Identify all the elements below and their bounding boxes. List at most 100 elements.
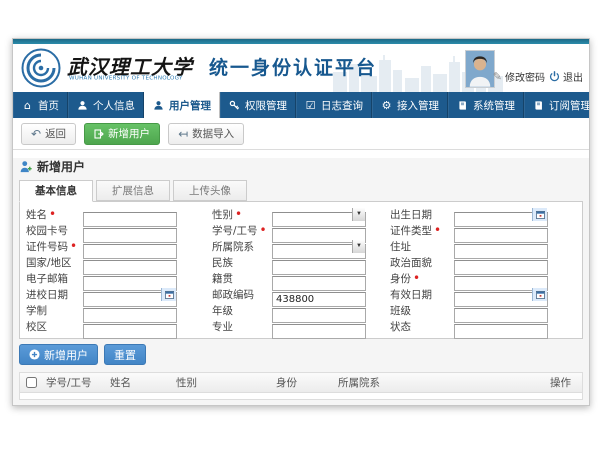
form-tabs: 基本信息 扩展信息 上传头像	[19, 180, 585, 201]
power-icon	[549, 71, 560, 82]
nav-tab-label: 权限管理	[245, 98, 287, 113]
form-field-enrollment-date: 进校日期	[26, 286, 212, 302]
nav-tab-access[interactable]: ⚙ 接入管理	[372, 92, 448, 118]
app-header: 武汉理工大学 WUHAN UNIVERSITY OF TECHNOLOGY 统一…	[13, 44, 589, 92]
status-input[interactable]	[454, 324, 548, 339]
valid-date-calendar-button[interactable]	[532, 288, 547, 301]
content-area: 新增用户 基本信息 扩展信息 上传头像 姓名•性别•▼出生日期校园卡号学号/工号…	[13, 158, 589, 406]
form-actions: 新增用户 重置	[19, 344, 583, 365]
student-no-label: 学号/工号•	[212, 223, 272, 238]
ethnicity-label: 民族	[212, 255, 272, 270]
schooling-length-label: 学制	[26, 303, 83, 318]
users-table-header: 学号/工号姓名性别身份所属院系操作	[20, 373, 582, 393]
campus-input[interactable]	[83, 324, 177, 339]
column-header-identity: 身份	[272, 375, 334, 390]
add-user-icon	[19, 160, 32, 173]
pencil-icon: ✎	[493, 70, 502, 83]
form-field-campus: 校区	[26, 318, 212, 334]
nav-tab-label: 订阅管理	[549, 98, 590, 113]
logout-label: 退出	[563, 69, 583, 84]
form-field-email: 电子邮箱	[26, 270, 212, 286]
reset-button-label: 重置	[114, 347, 136, 363]
app-window: 武汉理工大学 WUHAN UNIVERSITY OF TECHNOLOGY 统一…	[12, 38, 590, 406]
form-field-id-number: 证件号码•	[26, 238, 212, 254]
submit-new-user-button[interactable]: 新增用户	[19, 344, 98, 365]
email-label: 电子邮箱	[26, 271, 83, 286]
gender-label: 性别•	[212, 207, 272, 222]
section-title: 新增用户	[37, 158, 85, 175]
form-field-campus-card-no: 校园卡号	[26, 222, 212, 238]
change-password-link[interactable]: ✎ 修改密码	[493, 69, 545, 84]
select-all-checkbox[interactable]	[26, 377, 37, 388]
address-label: 住址	[390, 239, 454, 254]
book-icon	[456, 99, 469, 112]
major-label: 专业	[212, 319, 272, 334]
reset-button[interactable]: 重置	[104, 344, 146, 365]
new-user-toolbar-button[interactable]: 新增用户	[84, 123, 160, 145]
select-all-cell	[20, 377, 42, 388]
university-logo	[21, 48, 61, 88]
id-type-label: 证件类型•	[390, 223, 454, 238]
nav-tab-profile[interactable]: 个人信息	[68, 92, 144, 118]
gender-dropdown-button[interactable]: ▼	[352, 208, 365, 221]
department-dropdown-button[interactable]: ▼	[352, 240, 365, 253]
form-field-birth-date: 出生日期	[390, 206, 576, 222]
form-field-identity: 身份•	[390, 270, 576, 286]
nav-tab-label: 接入管理	[397, 98, 439, 113]
submit-button-label: 新增用户	[44, 347, 88, 363]
change-password-label: 修改密码	[505, 69, 545, 84]
form-field-grade: 年级	[212, 302, 390, 318]
required-marker: •	[49, 208, 56, 220]
nav-tab-users[interactable]: 用户管理	[144, 92, 220, 118]
nav-tab-label: 日志查询	[321, 98, 363, 113]
user-avatar[interactable]	[465, 50, 495, 88]
major-input[interactable]	[272, 324, 366, 339]
form-field-status: 状态	[390, 318, 576, 334]
nav-tab-system[interactable]: 系统管理	[448, 92, 524, 118]
back-button[interactable]: ↶ 返回	[21, 123, 76, 145]
enrollment-date-calendar-button[interactable]	[161, 288, 176, 301]
user-icon	[76, 99, 89, 112]
nav-tab-logs[interactable]: ☑日志查询	[296, 92, 372, 118]
avatar-photo	[466, 51, 494, 87]
required-marker: •	[260, 224, 267, 236]
form-field-major: 专业	[212, 318, 390, 334]
valid-date-label: 有效日期	[390, 287, 454, 302]
form-field-postal-code: 邮政编码	[212, 286, 390, 302]
birth-date-calendar-button[interactable]	[532, 208, 547, 221]
data-import-label: 数据导入	[192, 126, 234, 141]
form-field-name: 姓名•	[26, 206, 212, 222]
users-table: 学号/工号姓名性别身份所属院系操作	[19, 372, 583, 400]
form-field-student-no: 学号/工号•	[212, 222, 390, 238]
home-icon: ⌂	[21, 99, 34, 112]
back-arrow-icon: ↶	[31, 128, 41, 140]
country-region-label: 国家/地区	[26, 255, 83, 270]
section-header: 新增用户	[19, 158, 583, 174]
native-place-label: 籍贯	[212, 271, 272, 286]
nav-tab-label: 个人信息	[93, 98, 135, 113]
data-import-button[interactable]: ↤ 数据导入	[168, 123, 244, 145]
nav-tab-label: 系统管理	[473, 98, 515, 113]
plus-circle-icon	[29, 349, 40, 360]
tab-upload-photo[interactable]: 上传头像	[173, 180, 247, 201]
new-user-icon	[94, 129, 104, 139]
gear-icon: ⚙	[380, 99, 393, 112]
column-header-actions: 操作	[546, 375, 582, 390]
postal-code-label: 邮政编码	[212, 287, 272, 302]
back-button-label: 返回	[45, 126, 66, 141]
nav-tab-home[interactable]: ⌂首页	[13, 92, 68, 118]
import-arrow-icon: ↤	[178, 128, 188, 140]
nav-tab-permissions[interactable]: 权限管理	[220, 92, 296, 118]
nav-tab-subscription[interactable]: 订阅管理	[524, 92, 590, 118]
logout-link[interactable]: 退出	[549, 69, 583, 84]
birth-date-label: 出生日期	[390, 207, 454, 222]
form-field-gender: 性别• ▼	[212, 206, 390, 222]
book-icon	[532, 99, 545, 112]
identity-label: 身份•	[390, 271, 454, 286]
political-status-label: 政治面貌	[390, 255, 454, 270]
tab-extended-info[interactable]: 扩展信息	[96, 180, 170, 201]
status-label: 状态	[390, 319, 454, 334]
university-name-en: WUHAN UNIVERSITY OF TECHNOLOGY	[69, 75, 183, 81]
user-icon	[152, 99, 165, 112]
tab-basic-info[interactable]: 基本信息	[19, 180, 93, 202]
